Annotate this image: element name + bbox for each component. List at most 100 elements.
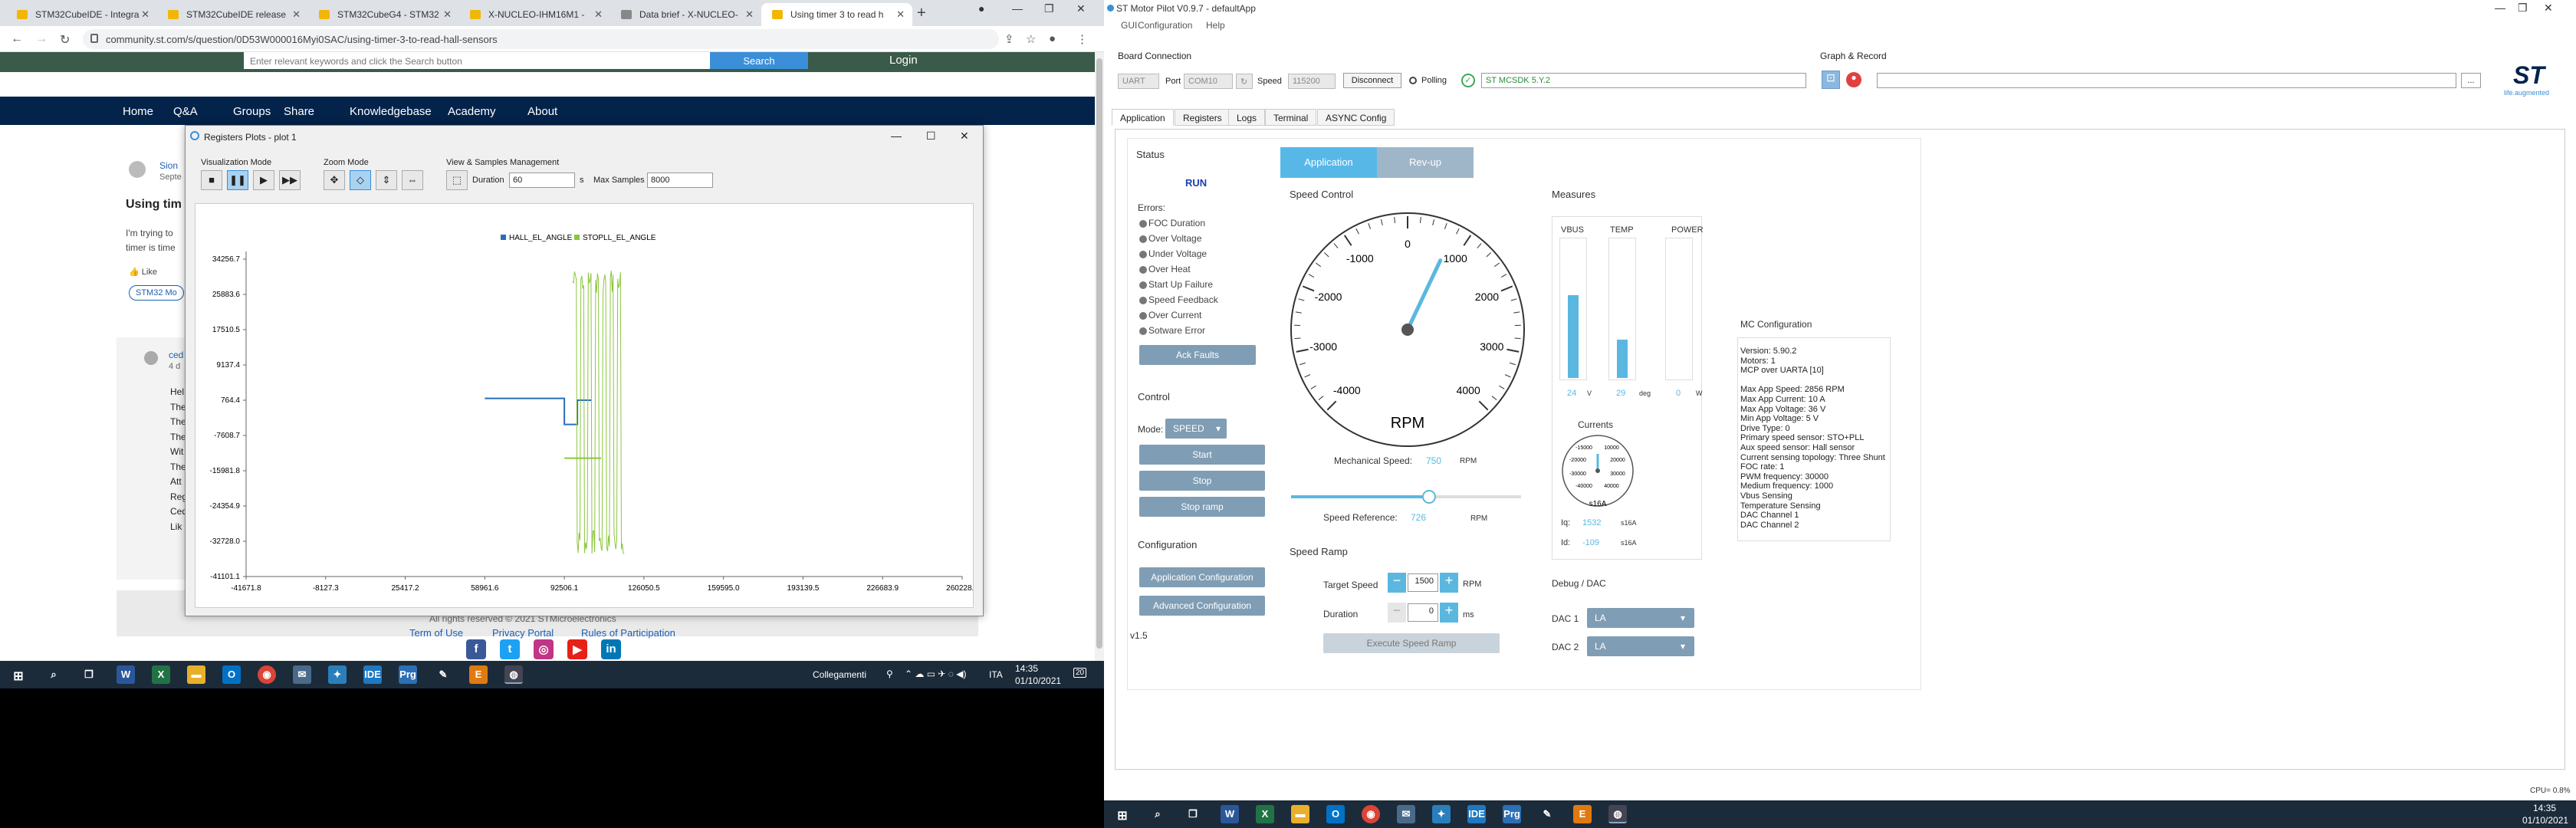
advanced-config-button[interactable]: Advanced Configuration (1139, 596, 1265, 616)
duration-minus-button[interactable]: − (1388, 603, 1406, 623)
rules-link[interactable]: Rules of Participation (581, 627, 675, 639)
menu-dots-icon[interactable]: ⋮ (1076, 32, 1088, 46)
stm32-tool-icon[interactable]: ✦ (1432, 805, 1451, 823)
zoom-vertical-button[interactable]: ⇕ (376, 170, 397, 190)
graph-icon[interactable]: ⊡ (1822, 71, 1840, 89)
new-tab-icon[interactable]: + (917, 5, 926, 22)
record-path-input[interactable] (1877, 73, 2456, 88)
notification-badge[interactable]: 20 (1073, 668, 1087, 678)
record-icon[interactable]: ● (1846, 72, 1861, 87)
clock-time[interactable]: 14:35 (2533, 803, 2556, 813)
polling-radio[interactable] (1409, 77, 1417, 84)
back-icon[interactable]: ← (11, 32, 23, 46)
search-icon[interactable]: ⌕ (1148, 805, 1167, 823)
ide-icon[interactable]: IDE (363, 665, 382, 684)
start-button[interactable]: Start (1139, 445, 1265, 465)
bookmark-star-icon[interactable]: ☆ (1026, 32, 1036, 46)
facebook-icon[interactable]: f (466, 639, 486, 659)
close-icon[interactable]: ✕ (443, 8, 452, 21)
motor-pilot-icon[interactable]: ◍ (1608, 805, 1627, 823)
privacy-link[interactable]: Privacy Portal (492, 627, 554, 639)
play-button[interactable]: ▶ (253, 170, 274, 190)
disconnect-button[interactable]: Disconnect (1343, 73, 1401, 88)
menu-help[interactable]: Help (1206, 20, 1225, 31)
programmer-icon[interactable]: Prg (399, 665, 417, 684)
profile-icon[interactable]: ● (978, 2, 984, 15)
dac1-select[interactable]: LA ▾ (1587, 608, 1694, 628)
browser-tab[interactable]: STM32CubeG4 - STM32 ✕ (308, 3, 459, 26)
pause-button[interactable]: ❚❚ (227, 170, 248, 190)
tab-terminal[interactable]: Terminal (1265, 109, 1317, 126)
tab-async-config[interactable]: ASYNC Config (1317, 109, 1395, 126)
zoom-pan-button[interactable]: ✥ (324, 170, 345, 190)
e-app-icon[interactable]: E (1573, 805, 1592, 823)
people-icon[interactable]: ⚲ (886, 669, 893, 679)
nav-home[interactable]: Home (123, 105, 153, 118)
nav-knowledgebase[interactable]: Knowledgebase (350, 105, 432, 118)
minimize-icon[interactable]: — (891, 130, 902, 142)
app-config-button[interactable]: Application Configuration (1139, 567, 1265, 587)
mail-icon[interactable]: ✉ (293, 665, 311, 684)
forward-icon[interactable]: → (35, 32, 48, 46)
execute-ramp-button[interactable]: Execute Speed Ramp (1323, 633, 1500, 653)
windows-start-icon[interactable]: ⊞ (9, 665, 28, 684)
browse-button[interactable]: ... (2461, 73, 2481, 88)
stop-ramp-button[interactable]: Stop ramp (1139, 497, 1265, 517)
windows-start-icon[interactable]: ⊞ (1113, 805, 1132, 823)
stop-button[interactable]: ■ (201, 170, 222, 190)
terms-link[interactable]: Term of Use (409, 627, 463, 639)
menu-configuration[interactable]: Configuration (1138, 20, 1192, 31)
max-samples-input[interactable]: 8000 (647, 172, 713, 188)
application-subtab[interactable]: Application (1280, 147, 1377, 178)
maximize-icon[interactable]: ❐ (1044, 2, 1054, 15)
outlook-icon[interactable]: O (222, 665, 241, 684)
tab-registers[interactable]: Registers (1175, 109, 1230, 126)
close-icon[interactable]: ✕ (745, 8, 754, 21)
profile-avatar-icon[interactable]: ● (1049, 32, 1056, 45)
nav-academy[interactable]: Academy (448, 105, 496, 118)
file-explorer-icon[interactable]: ▬ (1291, 805, 1309, 823)
linkedin-icon[interactable]: in (601, 639, 621, 659)
excel-icon[interactable]: X (1256, 805, 1274, 823)
pin-icon[interactable]: ✎ (434, 665, 452, 684)
close-icon[interactable]: ✕ (960, 130, 969, 143)
close-window-icon[interactable]: ✕ (1076, 2, 1086, 15)
task-view-icon[interactable]: ❐ (1184, 805, 1202, 823)
chrome-icon[interactable]: ◉ (1362, 805, 1380, 823)
instagram-icon[interactable]: ◎ (534, 639, 554, 659)
topic-tag[interactable]: STM32 Mo (129, 285, 184, 301)
refresh-icon[interactable]: ↻ (1236, 74, 1253, 89)
motor-pilot-icon[interactable]: ◍ (504, 665, 523, 684)
maximize-icon[interactable]: ❐ (2518, 2, 2528, 15)
mail-icon[interactable]: ✉ (1397, 805, 1415, 823)
share-icon[interactable]: ⇪ (1004, 32, 1014, 46)
login-link[interactable]: Login (889, 54, 918, 67)
search-icon[interactable]: ⌕ (44, 665, 63, 684)
target-minus-button[interactable]: − (1388, 573, 1406, 593)
nav-about[interactable]: About (527, 105, 557, 118)
reload-icon[interactable]: ↻ (60, 32, 70, 48)
close-icon[interactable]: ✕ (594, 8, 603, 21)
url-input[interactable]: community.st.com/s/question/0D53W000016M… (83, 29, 999, 49)
language[interactable]: ITA (989, 669, 1003, 680)
site-search-input[interactable]: Enter relevant keywords and click the Se… (244, 52, 710, 69)
duration-input[interactable]: 0 (1408, 603, 1438, 622)
close-icon[interactable]: ✕ (2544, 2, 2553, 15)
fit-view-button[interactable]: ⬚ (446, 170, 468, 190)
close-icon[interactable]: ✕ (292, 8, 301, 21)
minimize-icon[interactable]: — (1012, 2, 1023, 15)
duration-plus-button[interactable]: + (1440, 603, 1458, 623)
twitter-icon[interactable]: t (500, 639, 520, 659)
word-icon[interactable]: W (1221, 805, 1239, 823)
outlook-icon[interactable]: O (1326, 805, 1345, 823)
close-icon[interactable]: ✕ (896, 8, 905, 21)
youtube-icon[interactable]: ▶ (567, 639, 587, 659)
pin-icon[interactable]: ✎ (1538, 805, 1556, 823)
author-link[interactable]: Sion (159, 160, 178, 171)
port-select[interactable]: COM10 (1184, 74, 1233, 89)
browser-tab[interactable]: STM32CubeIDE release ✕ (157, 3, 308, 26)
clock-date[interactable]: 01/10/2021 (2522, 815, 2568, 826)
tray-icons[interactable]: ⌃ ☁ ▭ ✈ ◌ ◀) (905, 669, 966, 679)
protocol-select[interactable]: UART (1118, 74, 1159, 89)
stm32-tool-icon[interactable]: ✦ (328, 665, 347, 684)
